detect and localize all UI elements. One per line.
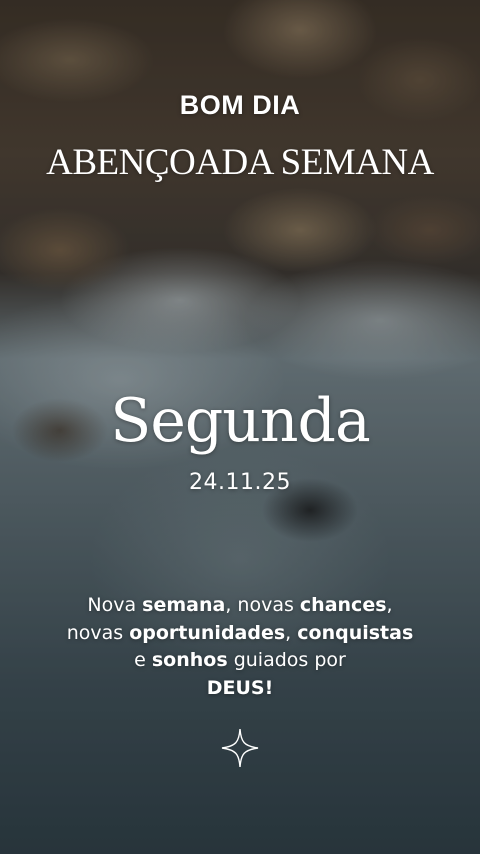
- greeting-text: BOM DIA: [179, 90, 301, 120]
- message-segment: e: [134, 649, 152, 671]
- story-card: BOM DIA ABENÇOADA SEMANA Segunda 24.11.2…: [0, 0, 480, 854]
- message-text: Nova semana, novas chances, novas oportu…: [0, 592, 480, 702]
- sparkle-icon: [221, 728, 259, 768]
- message-emphasis: conquistas: [297, 621, 414, 644]
- subtitle-text: ABENÇOADA SEMANA: [46, 142, 434, 183]
- message-line: novas oportunidades, conquistas: [0, 620, 480, 648]
- message-segment: Nova: [87, 594, 143, 616]
- message-emphasis: chances: [299, 594, 387, 616]
- message-segment: novas: [66, 621, 130, 644]
- message-line: Nova semana, novas chances,: [0, 592, 480, 620]
- message-emphasis: DEUS!: [206, 676, 274, 699]
- message-segment: ,: [285, 621, 298, 644]
- message-segment: guiados por: [227, 649, 346, 671]
- message-segment: , novas: [225, 594, 300, 616]
- message-emphasis: sonhos: [151, 649, 228, 671]
- message-line: DEUS!: [0, 675, 480, 703]
- date-text: 24.11.25: [189, 470, 291, 495]
- message-emphasis: oportunidades: [129, 621, 286, 644]
- weekday-title: Segunda: [110, 386, 370, 456]
- message-emphasis: semana: [142, 594, 226, 616]
- message-segment: ,: [386, 594, 393, 616]
- message-line: e sonhos guiados por: [0, 647, 480, 675]
